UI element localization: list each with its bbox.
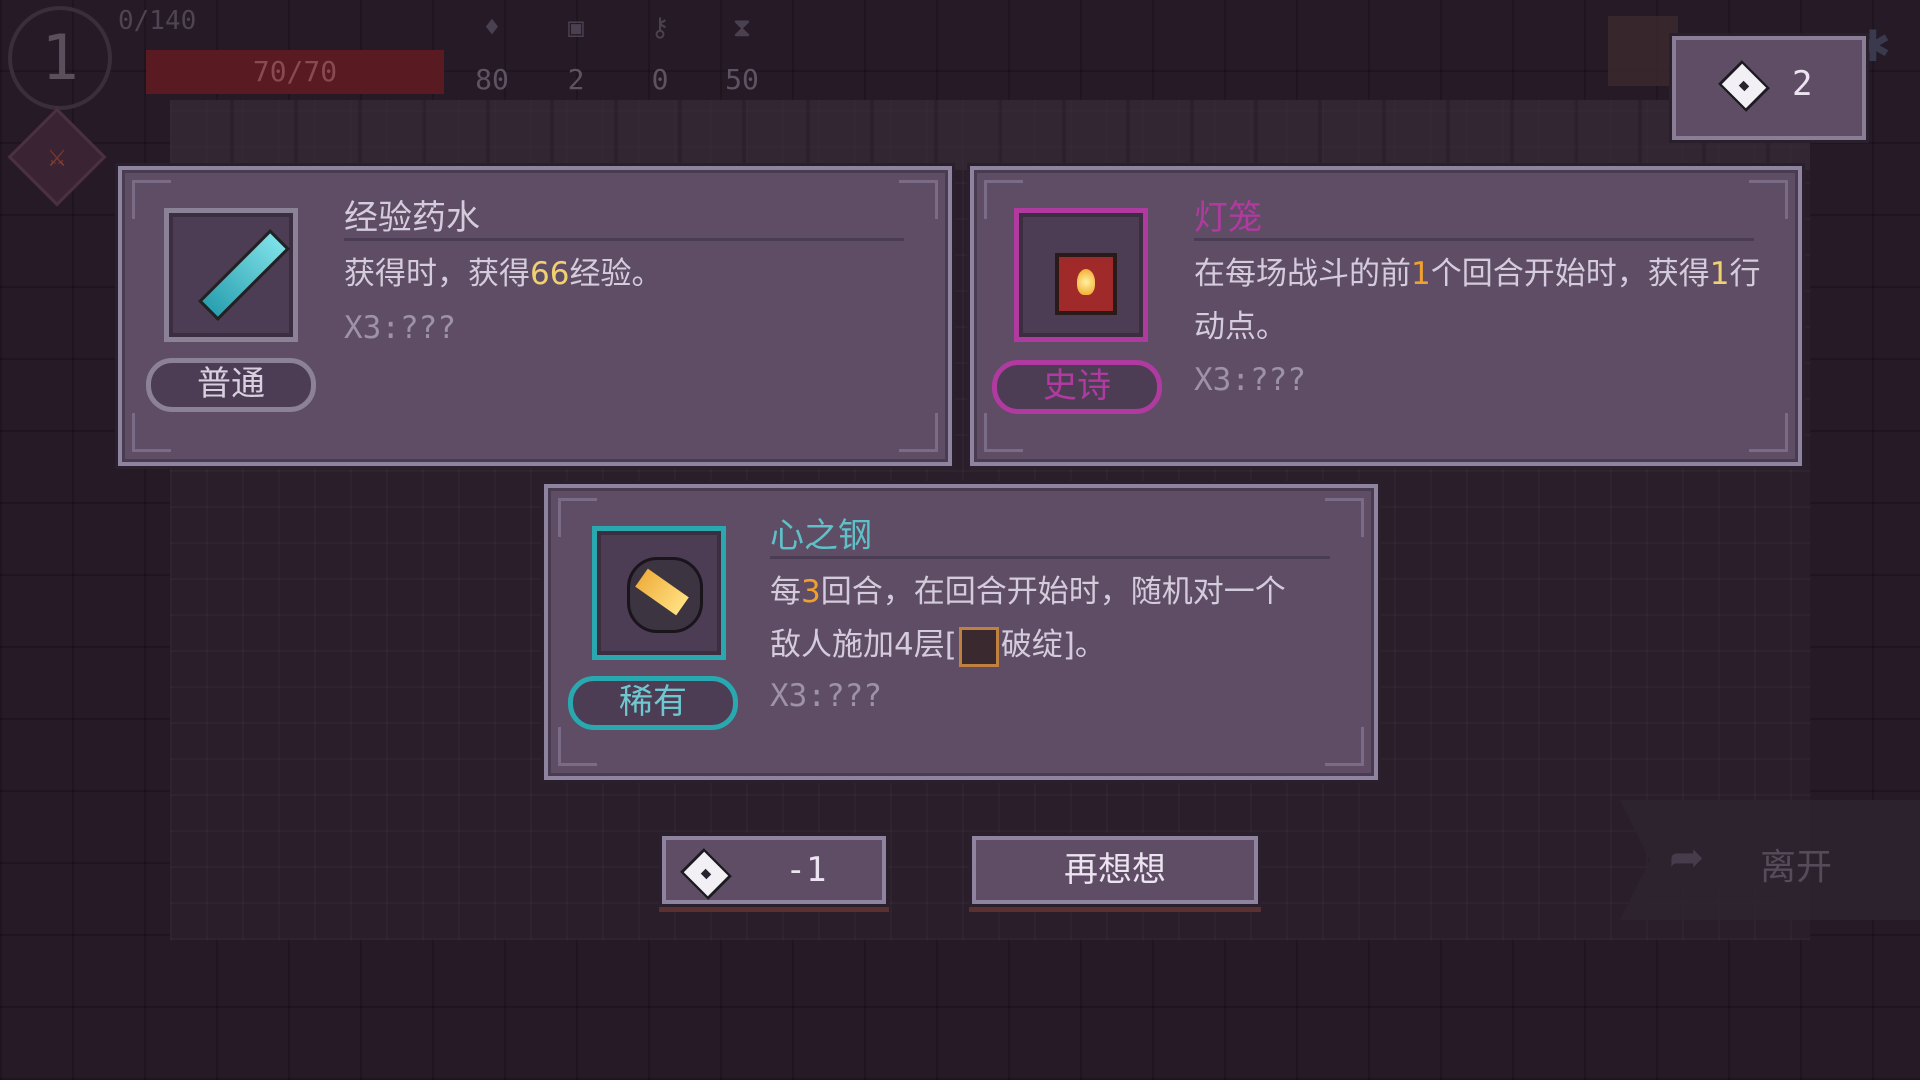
reward-card-experience-potion[interactable]: 普通 经验药水 获得时，获得66经验。 X3:??? [118,166,952,466]
gem-count: 80 [475,63,509,96]
rarity-badge-epic: 史诗 [992,360,1162,414]
reroll-button[interactable]: -1 [662,836,886,904]
item-name: 灯笼 [1194,198,1262,238]
hud-stat-dice: ▣ 2 [546,10,606,100]
health-bar: 70/70 [146,50,444,94]
rarity-badge-rare: 稀有 [568,676,738,730]
key-count: 0 [651,63,669,96]
flame-icon [1077,269,1095,295]
item-frame [1014,208,1148,342]
card-divider [770,556,1330,559]
dice-count: 2 [567,63,585,96]
hud-stat-keys: ⚷ 0 [630,10,690,100]
dice-icon [679,847,733,901]
rethink-button[interactable]: 再想想 [972,836,1258,904]
card-corner-ornament [984,413,1023,452]
dice-counter-value: 2 [1792,64,1813,104]
card-corner-ornament [899,180,938,219]
item-name: 经验药水 [344,198,480,238]
hud-stat-gems: ♦ 80 [462,10,522,100]
card-corner-ornament [1325,498,1364,537]
dungeon-wall [170,100,1810,170]
rarity-badge-common: 普通 [146,358,316,412]
leave-button[interactable]: ➦ 离开 [1620,800,1920,920]
potion-icon [198,229,290,321]
player-level-indicator: 1 [8,6,112,110]
hourglass-icon: ⧗ [732,13,752,43]
reward-card-heartsteel[interactable]: 稀有 心之钢 每3回合，在回合开始时，随机对一个 敌人施加4层[破绽]。 X3:?… [544,484,1378,780]
lantern-icon [1055,253,1117,315]
vulnerable-status-icon [958,626,999,667]
card-corner-ornament [1325,727,1364,766]
card-corner-ornament [558,727,597,766]
item-description: 在每场战斗的前1个回合开始时，获得1行动点。 [1194,256,1761,345]
reroll-cost: -1 [785,850,827,890]
time-count: 50 [725,63,759,96]
dice-counter: 2 [1672,36,1866,140]
map-icon[interactable] [1608,16,1678,86]
leave-label: 离开 [1760,847,1833,888]
card-divider [344,238,904,241]
item-set-bonus: X3:??? [770,678,882,714]
item-frame [592,526,726,660]
hud-stat-time: ⧗ 50 [712,10,772,100]
card-divider [1194,238,1754,241]
reward-card-lantern[interactable]: 史诗 灯笼 在每场战斗的前1个回合开始时，获得1行动点。 X3:??? [970,166,1802,466]
item-name: 心之钢 [770,516,872,556]
item-description: 每3回合，在回合开始时，随机对一个 敌人施加4层[破绽]。 [770,566,1370,672]
item-set-bonus: X3:??? [1194,362,1306,398]
card-corner-ornament [1749,180,1788,219]
item-description: 获得时，获得66经验。 [344,256,663,292]
gem-icon: ♦ [484,13,500,43]
card-corner-ornament [899,413,938,452]
item-frame [164,208,298,342]
key-icon: ⚷ [650,13,670,43]
dice-icon [1717,59,1771,113]
card-corner-ornament [132,413,171,452]
experience-counter: 0/140 [118,6,197,36]
dice-icon: ▣ [568,13,584,43]
leave-arrow-icon: ➦ [1670,828,1704,893]
item-set-bonus: X3:??? [344,310,456,346]
card-corner-ornament [1749,413,1788,452]
